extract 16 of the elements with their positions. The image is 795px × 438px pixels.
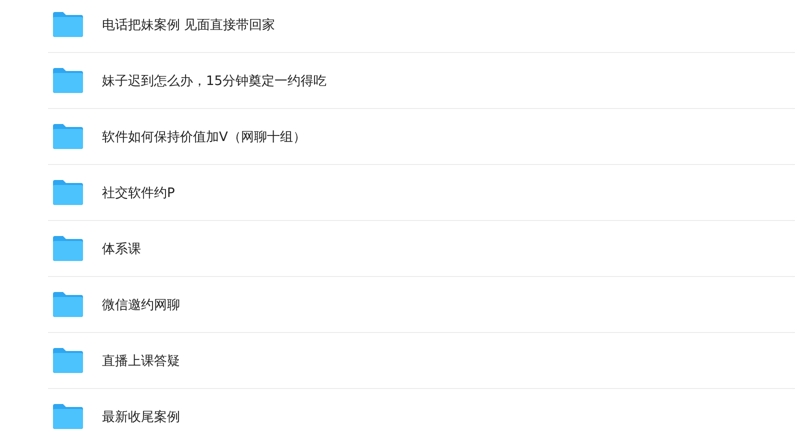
folder-icon [52, 292, 83, 317]
folder-name[interactable]: 体系课 [102, 240, 141, 258]
folder-icon [52, 348, 83, 373]
folder-name[interactable]: 直播上课答疑 [102, 352, 180, 370]
folder-icon [52, 12, 83, 37]
folder-icon [52, 68, 83, 93]
folder-icon [52, 124, 83, 149]
folder-name[interactable]: 社交软件约P [102, 184, 175, 202]
folder-icon [52, 404, 83, 429]
folder-icon [52, 180, 83, 205]
folder-name[interactable]: 电话把妹案例 见面直接带回家 [102, 16, 276, 34]
folder-name[interactable]: 最新收尾案例 [102, 408, 180, 426]
folder-name[interactable]: 微信邀约网聊 [102, 296, 180, 314]
folder-name[interactable]: 妹子迟到怎么办，15分钟奠定一约得吃 [102, 72, 327, 90]
folder-name[interactable]: 软件如何保持价值加V（网聊十组） [102, 128, 306, 146]
folder-icon [52, 236, 83, 261]
